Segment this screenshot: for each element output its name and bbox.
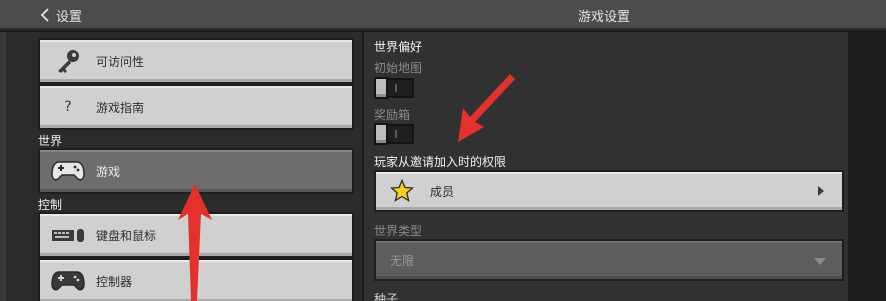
- keyboard-mouse-icon: [48, 220, 88, 250]
- toggle-notch: [395, 84, 397, 92]
- gamepad-icon: [48, 266, 88, 296]
- world-type-value: 无限: [390, 253, 415, 268]
- sidebar-item-label: 游戏: [96, 164, 121, 179]
- world-prefs-heading: 世界偏好: [374, 40, 423, 54]
- starter-map-toggle[interactable]: [374, 77, 414, 99]
- key-icon: [48, 46, 88, 76]
- question-icon: ?: [64, 99, 72, 115]
- sidebar-item-controller[interactable]: 控制器: [38, 258, 354, 301]
- chevron-left-icon: [40, 8, 49, 22]
- sidebar-item-label: 游戏指南: [96, 100, 145, 115]
- invite-permission-heading: 玩家从邀请加入时的权限: [374, 155, 507, 169]
- section-heading-world: 世界: [38, 134, 63, 148]
- bonus-chest-label: 奖励箱: [374, 108, 411, 122]
- starter-map-label: 初始地图: [374, 61, 423, 75]
- world-type-label: 世界类型: [374, 224, 423, 238]
- star-icon: [390, 179, 414, 202]
- world-type-dropdown[interactable]: 无限: [374, 239, 844, 281]
- sidebar-item-game[interactable]: 游戏: [38, 148, 354, 194]
- invite-permission-value: 成员: [430, 184, 455, 199]
- sidebar: 可访问性 ? 游戏指南 世界 游戏 控制 键盘和鼠标 控制器: [0, 32, 362, 301]
- sidebar-edge: [0, 32, 6, 301]
- back-button[interactable]: 设置: [40, 5, 82, 25]
- invite-permission-dropdown[interactable]: 成员: [374, 170, 844, 212]
- background-strip: [848, 32, 886, 301]
- chevron-right-icon: [818, 186, 824, 196]
- bonus-chest-toggle[interactable]: [374, 123, 414, 145]
- gamepad-icon: [48, 156, 88, 186]
- sidebar-item-keyboard-mouse[interactable]: 键盘和鼠标: [38, 212, 354, 258]
- sidebar-item-how-to-play[interactable]: ? 游戏指南: [38, 84, 354, 130]
- toggle-knob: [374, 77, 388, 99]
- toggle-notch: [395, 130, 397, 138]
- toggle-knob: [374, 123, 388, 145]
- sidebar-item-label: 可访问性: [96, 54, 145, 69]
- seed-label: 种子: [374, 292, 399, 301]
- section-heading-controls: 控制: [38, 198, 63, 212]
- sidebar-item-label: 控制器: [96, 274, 133, 289]
- settings-panel: 世界偏好 初始地图 奖励箱 玩家从邀请加入时的权限 成员 世界类型 无限 种子: [364, 32, 848, 301]
- sidebar-item-label: 键盘和鼠标: [96, 228, 157, 243]
- top-bar: 设置 游戏设置: [0, 0, 886, 30]
- back-label: 设置: [56, 9, 83, 25]
- chevron-down-icon: [814, 258, 826, 265]
- sidebar-item-accessibility[interactable]: 可访问性: [38, 38, 354, 84]
- page-title: 游戏设置: [578, 10, 631, 25]
